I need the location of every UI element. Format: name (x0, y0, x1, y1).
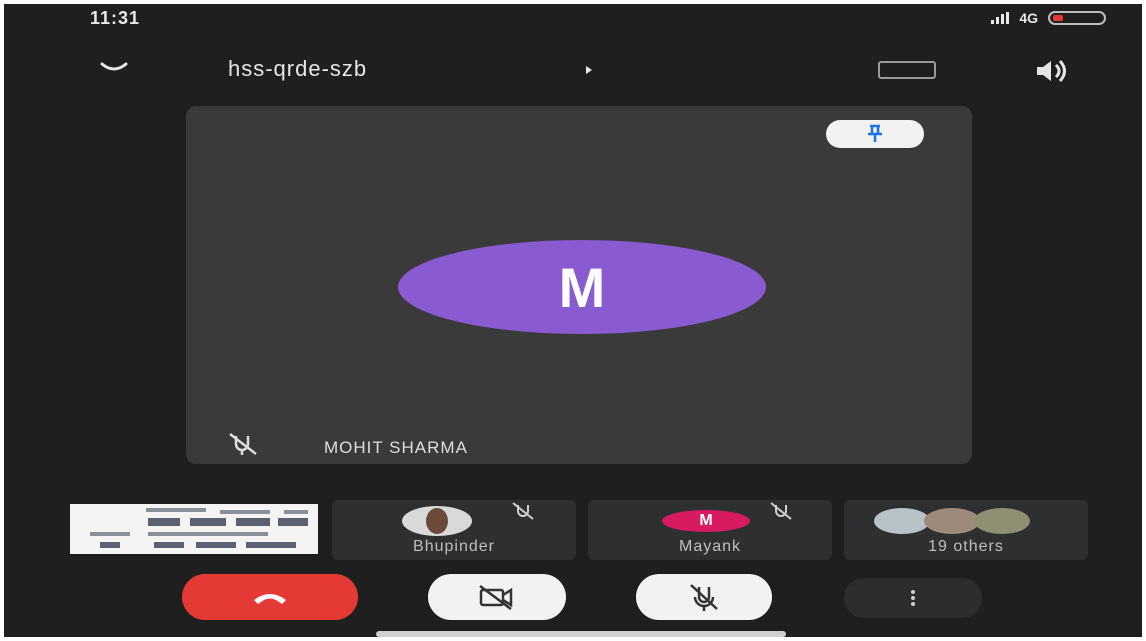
participant-photo (974, 508, 1030, 534)
mic-toggle-button[interactable] (636, 574, 772, 620)
meet-call-screen: 11:31 4G hss-qrde-szb M MOHIT SHARMA Bhu… (4, 4, 1142, 637)
network-label: 4G (1019, 10, 1038, 26)
signal-icon (991, 12, 1010, 24)
status-indicators: 4G (991, 10, 1106, 26)
main-video-tile[interactable]: M MOHIT SHARMA (186, 106, 972, 464)
battery-icon (1048, 11, 1106, 25)
participant-tile-bhupinder[interactable]: Bhupinder (332, 500, 576, 560)
participant-photo (924, 508, 980, 534)
participant-name: MOHIT SHARMA (324, 438, 468, 457)
participant-avatar: M (662, 510, 750, 532)
camera-off-icon (479, 584, 513, 611)
more-options-icon (911, 590, 915, 606)
participant-tile-others[interactable]: 19 others (844, 500, 1088, 560)
more-options-button[interactable] (844, 578, 982, 618)
home-indicator[interactable] (376, 631, 786, 637)
meeting-code[interactable]: hss-qrde-szb (228, 56, 367, 82)
camera-toggle-button[interactable] (428, 574, 566, 620)
pin-icon (868, 124, 882, 142)
participant-photo (874, 508, 930, 534)
participant-avatar: M (398, 240, 766, 334)
end-call-icon (254, 594, 286, 604)
mic-off-icon (229, 433, 257, 455)
caret-right-icon[interactable] (586, 66, 592, 74)
participant-tile-mayank[interactable]: M Mayank (588, 500, 832, 560)
mic-off-icon (690, 584, 718, 611)
switch-camera-icon[interactable] (878, 61, 936, 79)
participant-name: Mayank (678, 538, 742, 555)
mic-off-icon (512, 502, 534, 520)
participant-name: Bhupinder (413, 538, 495, 555)
status-time: 11:31 (90, 8, 141, 28)
end-call-button[interactable] (182, 574, 358, 620)
participant-photo (402, 506, 472, 536)
chevron-down-icon[interactable] (98, 60, 130, 76)
mic-off-icon (770, 502, 792, 520)
speaker-icon[interactable] (1034, 58, 1068, 84)
participant-name: 19 others (928, 538, 1004, 555)
pin-button[interactable] (826, 120, 924, 148)
screen-share-thumbnail[interactable] (70, 504, 318, 554)
